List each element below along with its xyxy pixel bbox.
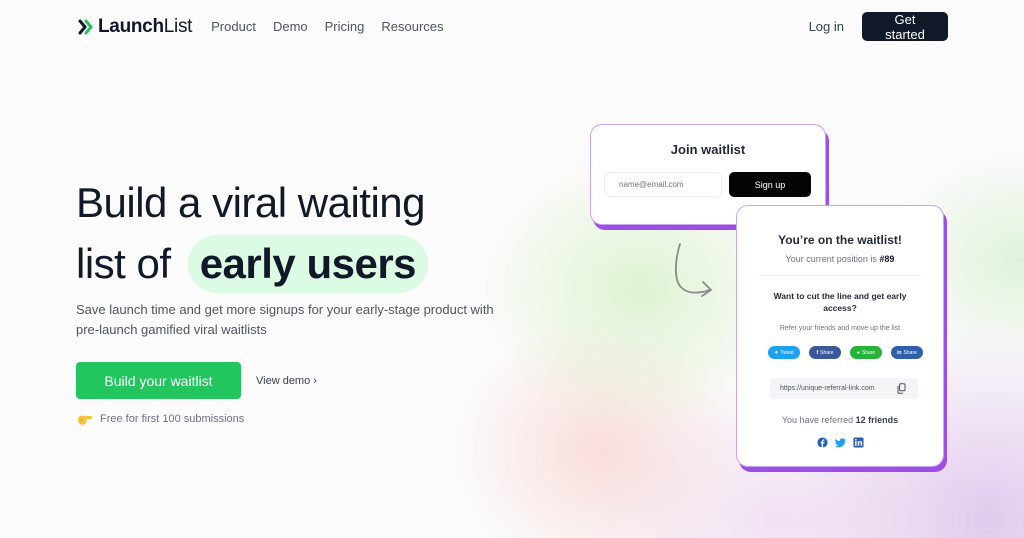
nav-link-product[interactable]: Product	[211, 19, 256, 34]
logo-text: LaunchList	[98, 15, 193, 37]
referral-link-box[interactable]: https://unique-referral-link.com	[770, 378, 918, 399]
refer-text: Refer your friends and move up the list	[779, 325, 901, 332]
top-nav: LaunchList Product Demo Pricing Resource…	[78, 12, 948, 42]
nav-link-pricing[interactable]: Pricing	[325, 19, 365, 34]
email-input[interactable]	[604, 172, 722, 197]
linkedin-icon: in	[897, 349, 902, 356]
twitter-icon: ✦	[774, 349, 779, 356]
linkedin-share-button[interactable]: in Share	[891, 346, 923, 359]
whatsapp-share-button[interactable]: ● Share	[850, 346, 882, 359]
build-waitlist-button[interactable]: Build your waitlist	[76, 362, 241, 399]
double-chevron-logo-icon	[78, 19, 93, 34]
nav-link-demo[interactable]: Demo	[273, 19, 308, 34]
linkedin-icon[interactable]	[852, 437, 864, 448]
whatsapp-icon: ●	[856, 349, 860, 356]
join-waitlist-title: Join waitlist	[670, 142, 746, 157]
pointing-hand-icon	[78, 415, 93, 425]
login-link[interactable]: Log in	[809, 19, 844, 34]
logo[interactable]: LaunchList	[78, 16, 192, 38]
referral-link: https://unique-referral-link.com	[780, 385, 875, 392]
hero-highlight-pill: early users	[187, 235, 429, 293]
facebook-icon[interactable]	[816, 437, 828, 448]
position-text: Your current position is #89	[785, 254, 895, 264]
tweet-button[interactable]: ✦ Tweet	[768, 346, 800, 359]
referred-value: 12 friends	[855, 415, 899, 425]
nav-link-resources[interactable]: Resources	[381, 19, 443, 34]
success-title: You’re on the waitlist!	[778, 233, 902, 247]
position-value: #89	[879, 254, 895, 264]
share-buttons: ✦ Tweet f Share ● Share in Share	[768, 346, 923, 359]
free-note: Free for first 100 submissions	[100, 413, 245, 425]
facebook-share-button[interactable]: f Share	[809, 346, 841, 359]
cut-line-text: Want to cut the line and get early acces…	[773, 291, 907, 313]
get-started-button[interactable]: Get started	[862, 12, 948, 42]
waitlist-success-card: You’re on the waitlist! Your current pos…	[736, 205, 944, 467]
divider	[759, 275, 921, 276]
view-demo-link[interactable]: View demo ›	[256, 375, 317, 387]
referred-count: You have referred 12 friends	[781, 415, 899, 425]
twitter-icon[interactable]	[834, 437, 846, 448]
facebook-icon: f	[816, 349, 819, 356]
hero-title-line2: list of	[76, 240, 171, 287]
social-links	[737, 437, 943, 448]
copy-icon[interactable]	[897, 383, 906, 394]
signup-button[interactable]: Sign up	[729, 172, 811, 197]
hero-title: Build a viral waiting list of early user…	[76, 172, 429, 294]
curved-arrow-icon	[674, 243, 712, 297]
hero-title-line1: Build a viral waiting	[76, 179, 426, 226]
hero-subtitle: Save launch time and get more signups fo…	[76, 302, 494, 337]
